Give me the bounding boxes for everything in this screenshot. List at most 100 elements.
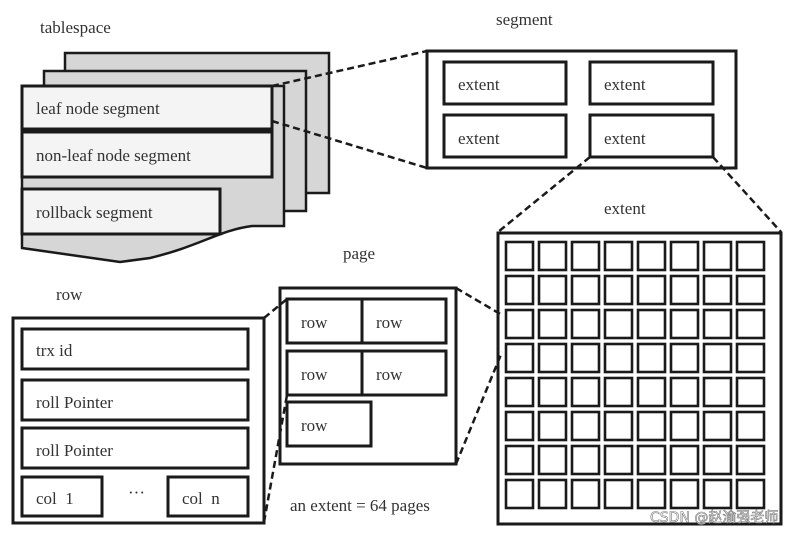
extent-page-cell bbox=[570, 342, 601, 374]
extent-page-cell bbox=[702, 308, 733, 340]
extent-page-cell bbox=[669, 376, 700, 408]
extent-page-cell bbox=[702, 444, 733, 476]
extent-page-cell bbox=[636, 376, 667, 408]
extent-page-cell bbox=[504, 410, 535, 442]
extent-page-cell bbox=[570, 376, 601, 408]
tablespace-group: tablespace leaf node segment non-leaf no… bbox=[20, 18, 331, 264]
extent-page-cell bbox=[504, 478, 535, 510]
extent-page-cell bbox=[537, 274, 568, 306]
extent-page-cell bbox=[735, 410, 766, 442]
leaf-node-segment-label: leaf node segment bbox=[36, 99, 160, 118]
extent-page-cell bbox=[669, 478, 700, 510]
page-title: page bbox=[343, 244, 375, 263]
extent-page-cell bbox=[570, 308, 601, 340]
extent-page-cell bbox=[504, 342, 535, 374]
extent-page-cell bbox=[669, 410, 700, 442]
watermark: CSDN @赵渝强老师 bbox=[650, 510, 778, 526]
extent-group: extent bbox=[496, 199, 783, 526]
segment-extent-2-label: extent bbox=[604, 75, 646, 94]
extent-page-cell bbox=[636, 274, 667, 306]
extent-page-cell bbox=[636, 444, 667, 476]
innodb-storage-diagram: tablespace leaf node segment non-leaf no… bbox=[11, 10, 783, 526]
row-field-trx-id-label: trx id bbox=[36, 341, 73, 360]
extent-page-cell bbox=[702, 376, 733, 408]
extent-page-cell bbox=[504, 240, 535, 272]
extent-page-cell bbox=[702, 478, 733, 510]
extent-page-cell bbox=[636, 308, 667, 340]
extent-page-cell bbox=[570, 444, 601, 476]
extent-page-cell bbox=[735, 240, 766, 272]
extent-page-cell bbox=[669, 240, 700, 272]
extent-page-cell bbox=[537, 376, 568, 408]
page-caption: an extent = 64 pages bbox=[290, 496, 430, 515]
row-col-ellipsis: ··· bbox=[128, 483, 145, 502]
row-col-n-label: col n bbox=[182, 489, 220, 508]
segment-extent-3-label: extent bbox=[458, 129, 500, 148]
extent-page-cell bbox=[636, 342, 667, 374]
segment-title: segment bbox=[496, 10, 553, 29]
extent-page-cell bbox=[537, 342, 568, 374]
extent-page-cell bbox=[735, 444, 766, 476]
segment-group: segment extent extent extent extent bbox=[425, 10, 738, 170]
extent-page-cell bbox=[735, 342, 766, 374]
extent-page-cell bbox=[537, 478, 568, 510]
extent-page-cell bbox=[603, 410, 634, 442]
extent-page-cell bbox=[603, 240, 634, 272]
page-row-5-label: row bbox=[301, 416, 328, 435]
extent-page-cell bbox=[570, 478, 601, 510]
extent-page-cell bbox=[537, 240, 568, 272]
extent-page-cell bbox=[702, 342, 733, 374]
extent-title: extent bbox=[604, 199, 646, 218]
page-row-1-label: row bbox=[301, 313, 328, 332]
extent-page-cell bbox=[603, 308, 634, 340]
page-row-5 bbox=[285, 400, 373, 448]
extent-page-cell bbox=[603, 274, 634, 306]
page-row-3-label: row bbox=[301, 365, 328, 384]
extent-page-cell bbox=[504, 274, 535, 306]
extent-page-cell bbox=[702, 410, 733, 442]
extent-page-cell bbox=[735, 376, 766, 408]
rollback-segment-label: rollback segment bbox=[36, 203, 153, 222]
extent-page-cell bbox=[603, 342, 634, 374]
extent-page-cell bbox=[669, 308, 700, 340]
extent-page-cell bbox=[669, 274, 700, 306]
extent-page-cell bbox=[570, 240, 601, 272]
row-group: row trx id roll Pointer roll Pointer col… bbox=[11, 285, 266, 525]
extent-page-cell bbox=[603, 376, 634, 408]
extent-page-cell bbox=[504, 376, 535, 408]
tablespace-title: tablespace bbox=[40, 18, 111, 37]
connector-extent-to-grid-right bbox=[712, 156, 782, 233]
page-group: page row row row row row an extent = 64 … bbox=[278, 244, 458, 515]
row-field-roll-pointer-2-label: roll Pointer bbox=[36, 441, 113, 460]
segment-extent-4-label: extent bbox=[604, 129, 646, 148]
extent-page-cell bbox=[504, 308, 535, 340]
extent-page-cell bbox=[603, 478, 634, 510]
non-leaf-node-segment-label: non-leaf node segment bbox=[36, 146, 191, 165]
extent-page-cell bbox=[669, 342, 700, 374]
extent-page-cell bbox=[735, 308, 766, 340]
extent-page-cell bbox=[636, 240, 667, 272]
page-row-4 bbox=[360, 349, 448, 397]
extent-page-cell bbox=[537, 308, 568, 340]
extent-page-cell bbox=[537, 410, 568, 442]
extent-page-cell bbox=[603, 444, 634, 476]
row-title: row bbox=[56, 285, 83, 304]
page-row-4-label: row bbox=[376, 365, 403, 384]
extent-page-cell bbox=[702, 240, 733, 272]
extent-page-cell bbox=[636, 410, 667, 442]
extent-page-cell bbox=[669, 444, 700, 476]
extent-page-cell bbox=[735, 478, 766, 510]
extent-page-cell bbox=[570, 410, 601, 442]
extent-page-cell bbox=[537, 444, 568, 476]
extent-page-cell bbox=[504, 444, 535, 476]
page-row-2 bbox=[360, 297, 448, 345]
extent-page-cell bbox=[636, 478, 667, 510]
segment-extent-1-label: extent bbox=[458, 75, 500, 94]
row-field-roll-pointer-1-label: roll Pointer bbox=[36, 393, 113, 412]
extent-page-cell bbox=[702, 274, 733, 306]
connector-page-to-grid-bottom bbox=[454, 351, 504, 465]
page-row-2-label: row bbox=[376, 313, 403, 332]
extent-page-cell bbox=[735, 274, 766, 306]
extent-page-cell bbox=[570, 274, 601, 306]
connector-page-to-grid-top bbox=[455, 286, 503, 317]
